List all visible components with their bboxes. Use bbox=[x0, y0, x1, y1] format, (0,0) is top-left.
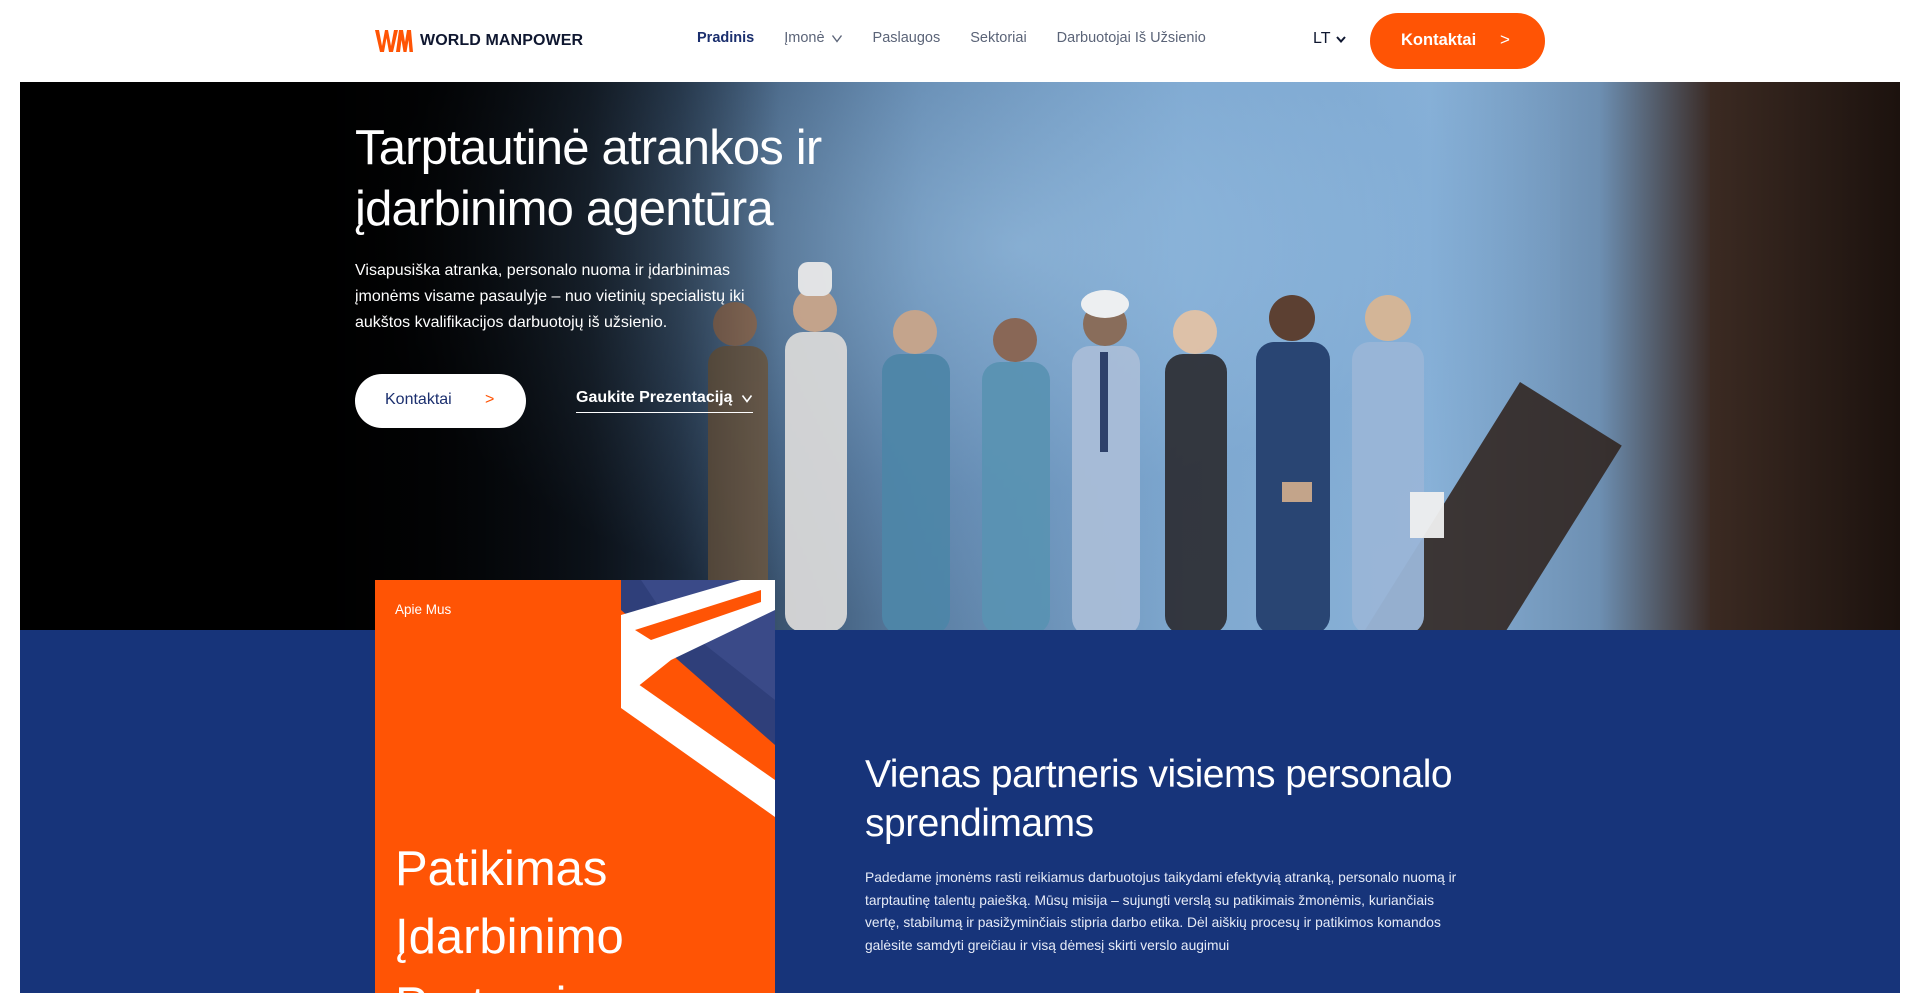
chevron-down-icon bbox=[831, 35, 842, 43]
nav-item-label: Paslaugos bbox=[872, 30, 941, 46]
nav-item-label: Pradinis bbox=[697, 30, 755, 46]
hero-subtitle: Visapusiška atranka, personalo nuoma ir … bbox=[355, 262, 745, 331]
about-title: Vienas partneris visiems personalo spren… bbox=[865, 753, 1453, 845]
arrow-right-icon: > bbox=[485, 391, 495, 408]
nav-item-label: Darbuotojai Iš Užsienio bbox=[1056, 30, 1206, 46]
get-presentation-link[interactable]: Gaukite Prezentaciją bbox=[576, 389, 753, 413]
nav-item-darbuotojai-is-uzsienio[interactable]: Darbuotojai Iš Užsienio bbox=[1057, 30, 1206, 46]
contact-button-label: Kontaktai bbox=[1401, 31, 1477, 49]
about-card-title: Patikimas Įdarbinimo Partneris bbox=[395, 842, 624, 993]
about-card: Apie Mus Patikimas Įdarbinimo Partneris bbox=[375, 580, 775, 993]
nav-item-pradinis[interactable]: Pradinis bbox=[697, 30, 754, 46]
contact-button[interactable]: Kontaktai > bbox=[1370, 13, 1545, 69]
chevron-down-icon bbox=[1336, 36, 1347, 44]
nav-item-label: Įmonė bbox=[784, 30, 825, 46]
main-nav: Pradinis Įmonė Paslaugos Sektoriai Darbu… bbox=[697, 30, 1236, 46]
nav-item-imone[interactable]: Įmonė bbox=[784, 30, 842, 46]
arrow-right-icon: > bbox=[1500, 30, 1510, 49]
brand-chevron-graphic bbox=[621, 580, 775, 817]
hero-section bbox=[20, 82, 1900, 630]
hero-contact-button[interactable]: Kontaktai > bbox=[355, 374, 526, 428]
get-presentation-label: Gaukite Prezentaciją bbox=[576, 389, 733, 406]
about-text: Padedame įmonėms rasti reikiamus darbuot… bbox=[865, 870, 1457, 953]
hero-contact-button-label: Kontaktai bbox=[385, 391, 452, 408]
nav-item-paslaugos[interactable]: Paslaugos bbox=[873, 30, 941, 46]
language-selector[interactable]: LT bbox=[1313, 30, 1347, 48]
chevron-down-icon bbox=[741, 395, 752, 403]
hero-beam bbox=[1710, 82, 1900, 630]
site-header: WORLD MANPOWER Pradinis Įmonė Paslaugos … bbox=[0, 0, 1920, 82]
logo[interactable]: WORLD MANPOWER bbox=[375, 27, 583, 55]
hero-title: Tarptautinė atrankos ir įdarbinimo agent… bbox=[355, 121, 822, 236]
nav-item-sektoriai[interactable]: Sektoriai bbox=[970, 30, 1026, 46]
language-label: LT bbox=[1313, 30, 1331, 47]
about-tag: Apie Mus bbox=[395, 602, 452, 617]
logo-mark-icon bbox=[375, 30, 413, 52]
logo-text: WORLD MANPOWER bbox=[420, 32, 584, 49]
nav-item-label: Sektoriai bbox=[970, 30, 1027, 46]
